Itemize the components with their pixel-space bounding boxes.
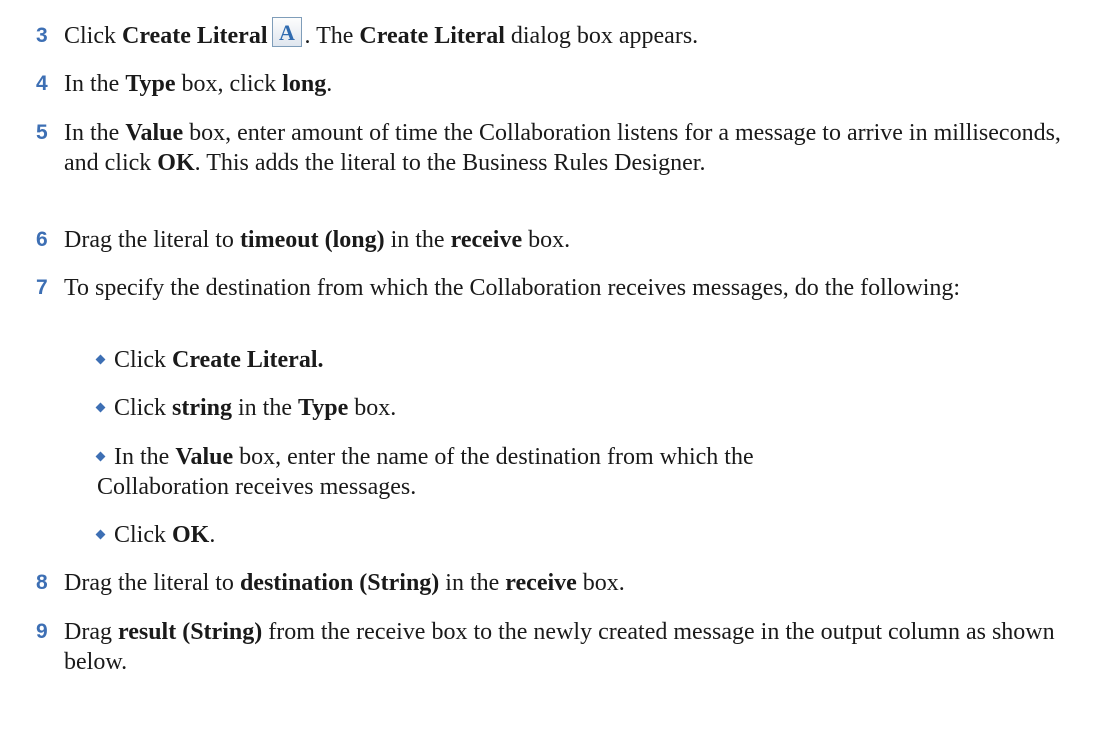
bold-run: long [282, 71, 327, 97]
text-run: In the [64, 71, 126, 97]
bold-run: OK [172, 522, 210, 548]
text-run: In the [114, 444, 176, 470]
bold-run: destination (String) [239, 570, 440, 596]
step-number: 7 [36, 276, 48, 299]
step-text: In the Value box, enter amount of time t… [64, 118, 1094, 178]
text-run: Click [114, 347, 172, 373]
step-text: In the Type box, click long. [64, 69, 1114, 99]
step-text: To specify the destination from which th… [64, 273, 1094, 303]
bold-run: Create Literal [359, 23, 505, 49]
text-run: box. [576, 570, 625, 596]
step-number: 9 [36, 620, 48, 643]
svg-text:A: A [279, 20, 295, 45]
text-run: box. [348, 395, 397, 421]
bold-run: receive [505, 570, 577, 596]
bullet-text: Click OK. [97, 520, 1102, 550]
bullet-text: Click Create Literal. [97, 345, 1102, 375]
bold-run: Value [175, 444, 234, 470]
text-run: dialog box appears. [504, 23, 699, 49]
text-run: Click [114, 395, 172, 421]
document-page: 3 Click Create Literal A . The Create Lite… [0, 0, 1118, 729]
text-run: Drag [64, 619, 118, 645]
bold-run: Create Literal [122, 23, 268, 49]
text-run: . This adds the literal to the Business … [194, 150, 706, 176]
step-text: Drag the literal to timeout (long) in th… [64, 225, 1114, 255]
text-run: . [326, 71, 333, 97]
step-number: 4 [36, 72, 48, 95]
bold-run: OK [157, 150, 195, 176]
text-run: Drag the literal to [64, 570, 240, 596]
text-run: in the [232, 395, 298, 421]
step-number: 3 [36, 24, 48, 47]
text-run: Click [114, 522, 172, 548]
step-text: Drag the literal to destination (String)… [64, 568, 1114, 598]
text-run: To specify the destination from which th… [64, 275, 961, 301]
text-run: box. [522, 227, 571, 253]
step-number: 6 [36, 228, 48, 251]
text-run: . [209, 522, 216, 548]
bold-run: Type [298, 395, 349, 421]
text-run: box, click [175, 71, 283, 97]
step-number: 5 [36, 121, 48, 144]
text-run: . The [304, 23, 360, 49]
bold-run: result (String) [117, 619, 263, 645]
text-run: Click [64, 23, 122, 49]
text-run: in the [439, 570, 506, 596]
text-run: in the [384, 227, 451, 253]
bullet-text: Click string in the Type box. [97, 393, 1102, 423]
create-literal-A-icon: A [271, 17, 302, 48]
text-run: In the [64, 120, 126, 146]
bold-run: Type [125, 71, 176, 97]
step-text: Drag result (String) from the receive bo… [64, 617, 1064, 677]
bold-run: Value [125, 120, 184, 146]
text-run: Drag the literal to [64, 227, 240, 253]
step-text: Click Create Literal A . The Create Litera… [64, 17, 1114, 52]
step-number: 8 [36, 571, 48, 594]
bold-run: Create Literal. [172, 347, 324, 373]
bold-run: timeout (long) [239, 227, 385, 253]
bullet-text: In the Value box, enter the name of the … [97, 442, 812, 502]
bold-run: receive [450, 227, 523, 253]
bold-run: string [172, 395, 232, 421]
